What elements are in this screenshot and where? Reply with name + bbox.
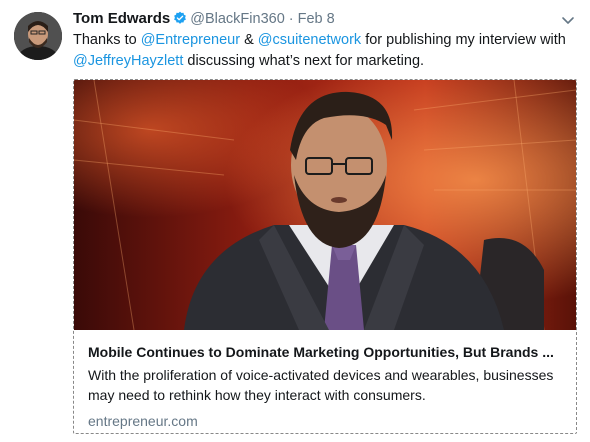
avatar-image	[14, 12, 62, 60]
card-image[interactable]	[74, 80, 576, 330]
mention-entrepreneur[interactable]: @Entrepreneur	[141, 32, 240, 48]
tweet[interactable]: Tom Edwards @BlackFin360 · Feb 8 Thanks …	[0, 0, 590, 442]
tweet-text: Thanks to @Entrepreneur & @csuitenetwork…	[73, 30, 573, 72]
mention-csuitenetwork[interactable]: @csuitenetwork	[258, 32, 361, 48]
separator-dot: ·	[288, 11, 294, 27]
avatar[interactable]	[14, 12, 62, 60]
card-body: Mobile Continues to Dominate Marketing O…	[88, 342, 566, 431]
chevron-down-icon[interactable]	[560, 12, 576, 28]
tweet-header: Tom Edwards @BlackFin360 · Feb 8	[73, 9, 335, 29]
text-part: for publishing my interview with	[361, 32, 566, 48]
text-part: discussing what’s next for marketing.	[183, 53, 425, 69]
link-card[interactable]: Mobile Continues to Dominate Marketing O…	[73, 79, 577, 434]
text-part: &	[240, 32, 258, 48]
text-part: Thanks to	[73, 32, 141, 48]
author-handle[interactable]: @BlackFin360	[190, 11, 285, 27]
card-description: With the proliferation of voice-activate…	[88, 367, 554, 403]
tweet-date[interactable]: Feb 8	[298, 11, 335, 27]
author-name[interactable]: Tom Edwards	[73, 10, 170, 27]
card-title[interactable]: Mobile Continues to Dominate Marketing O…	[88, 342, 566, 362]
card-domain[interactable]: entrepreneur.com	[88, 411, 566, 431]
mention-jeffreyhayzlett[interactable]: @JeffreyHayzlett	[73, 53, 183, 69]
interview-photo	[74, 80, 576, 330]
verified-badge-icon	[173, 11, 187, 25]
